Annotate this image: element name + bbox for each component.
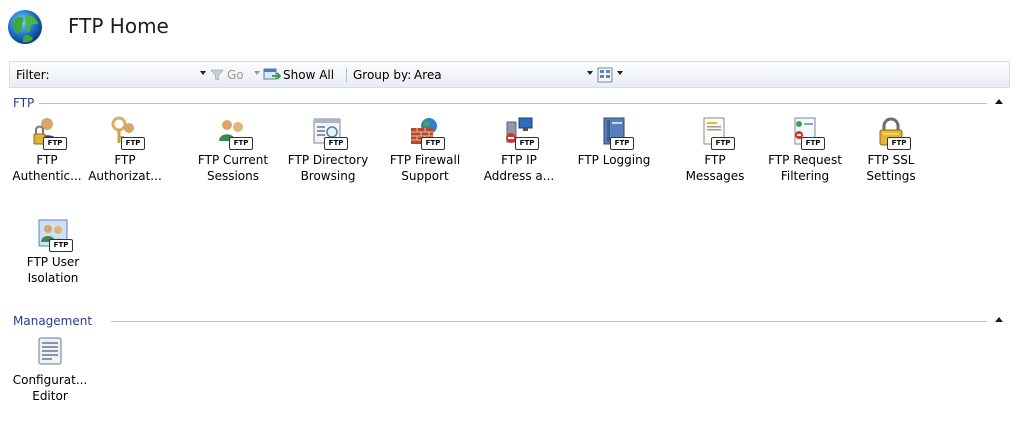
tile-label: FTP Firewall — [389, 153, 461, 167]
section-divider — [39, 103, 987, 104]
configuration-editor-icon — [34, 336, 66, 370]
ftp-badge: FTP — [610, 137, 634, 150]
tile-label: Authorizat... — [88, 169, 162, 183]
ftp-badge: FTP — [229, 137, 253, 150]
tile-ftp-authorization[interactable]: FTP FTP Authorizat... — [82, 116, 168, 184]
tile-label: FTP — [114, 153, 136, 167]
ftp-authorization-icon: FTP — [109, 116, 145, 150]
filter-label: Filter: — [16, 68, 50, 82]
ftp-current-sessions-icon: FTP — [217, 116, 253, 150]
page-header: FTP Home — [0, 0, 1017, 58]
tile-label: FTP — [704, 153, 726, 167]
group-by-select[interactable]: Area — [414, 68, 442, 82]
tile-label: Sessions — [206, 169, 260, 183]
tile-label: Messages — [685, 169, 745, 183]
ftp-directory-browsing-icon: FTP — [312, 116, 348, 150]
section-ftp-label: FTP — [13, 96, 39, 110]
filter-input[interactable] — [64, 65, 218, 86]
tile-label: FTP User — [26, 255, 80, 269]
ftp-badge: FTP — [421, 137, 445, 150]
ftp-firewall-support-icon: FTP — [409, 116, 445, 150]
ftp-badge: FTP — [324, 137, 348, 150]
tile-label: Address a... — [483, 169, 555, 183]
tile-ftp-user-isolation[interactable]: FTP FTP User Isolation — [10, 218, 96, 286]
toolbar-separator — [346, 68, 347, 83]
tile-ftp-ip-address[interactable]: FTP FTP IP Address a... — [476, 116, 562, 184]
go-funnel-icon — [210, 69, 224, 81]
ftp-badge: FTP — [711, 137, 735, 150]
section-management-header: Management — [13, 314, 1003, 328]
show-all-icon — [263, 68, 281, 80]
tile-label: FTP SSL — [867, 153, 915, 167]
view-mode-icon[interactable] — [597, 67, 613, 83]
filter-dropdown-arrow[interactable] — [200, 71, 206, 75]
section-divider — [111, 321, 987, 322]
tile-label: Browsing — [300, 169, 356, 183]
ftp-authentication-icon: FTP — [31, 116, 67, 150]
ftp-request-filtering-icon: FTP — [789, 116, 825, 150]
tile-label: FTP IP — [501, 153, 537, 167]
tile-label: Configurat... — [12, 373, 88, 387]
tile-ftp-logging[interactable]: FTP FTP Logging — [571, 116, 657, 168]
ftp-user-isolation-icon: FTP — [37, 218, 73, 252]
tile-ftp-messages[interactable]: FTP FTP Messages — [672, 116, 758, 184]
tile-label: FTP Directory — [287, 153, 369, 167]
show-all-button[interactable]: Show All — [283, 68, 334, 82]
ftp-badge: FTP — [49, 239, 73, 252]
ftp-badge: FTP — [801, 137, 825, 150]
tile-configuration-editor[interactable]: Configurat... Editor — [7, 336, 93, 404]
ftp-messages-icon: FTP — [699, 116, 735, 150]
tile-label: FTP Current — [197, 153, 269, 167]
group-by-dropdown-arrow[interactable] — [587, 71, 593, 75]
ftp-badge: FTP — [515, 137, 539, 150]
tile-ftp-request-filtering[interactable]: FTP FTP Request Filtering — [762, 116, 848, 184]
ftp-badge: FTP — [43, 137, 67, 150]
ftp-logging-icon: FTP — [598, 116, 634, 150]
collapse-management-icon[interactable] — [995, 317, 1003, 322]
ftp-badge: FTP — [121, 137, 145, 150]
tile-label: Filtering — [780, 169, 830, 183]
collapse-ftp-icon[interactable] — [995, 99, 1003, 104]
tile-ftp-authentication[interactable]: FTP FTP Authentic... — [4, 116, 90, 184]
go-button[interactable]: Go — [227, 68, 244, 82]
view-mode-dropdown-arrow[interactable] — [617, 71, 623, 75]
group-by-label: Group by: — [353, 68, 412, 82]
page-title: FTP Home — [68, 14, 169, 38]
tile-label: FTP Request — [768, 153, 842, 167]
filter-toolbar: Filter: Go Show All Group by: Area — [9, 61, 1010, 88]
tile-label: Settings — [866, 169, 916, 183]
tile-label: Support — [401, 169, 449, 183]
tile-label: FTP — [36, 153, 58, 167]
tile-ftp-current-sessions[interactable]: FTP FTP Current Sessions — [190, 116, 276, 184]
ftp-badge: FTP — [887, 137, 911, 150]
go-dropdown-arrow[interactable] — [254, 71, 260, 75]
tile-label: Isolation — [27, 271, 79, 285]
ftp-ssl-settings-icon: FTP — [875, 116, 911, 150]
tile-ftp-directory-browsing[interactable]: FTP FTP Directory Browsing — [285, 116, 371, 184]
section-management-label: Management — [13, 314, 97, 328]
tile-label: Editor — [32, 389, 68, 403]
ftp-ip-address-icon: FTP — [503, 116, 539, 150]
tile-ftp-ssl-settings[interactable]: FTP FTP SSL Settings — [848, 116, 934, 184]
globe-icon — [8, 10, 42, 44]
tile-label: FTP Logging — [577, 153, 651, 167]
tile-label: Authentic... — [12, 169, 82, 183]
tile-ftp-firewall-support[interactable]: FTP FTP Firewall Support — [382, 116, 468, 184]
section-ftp-header: FTP — [13, 96, 1003, 110]
